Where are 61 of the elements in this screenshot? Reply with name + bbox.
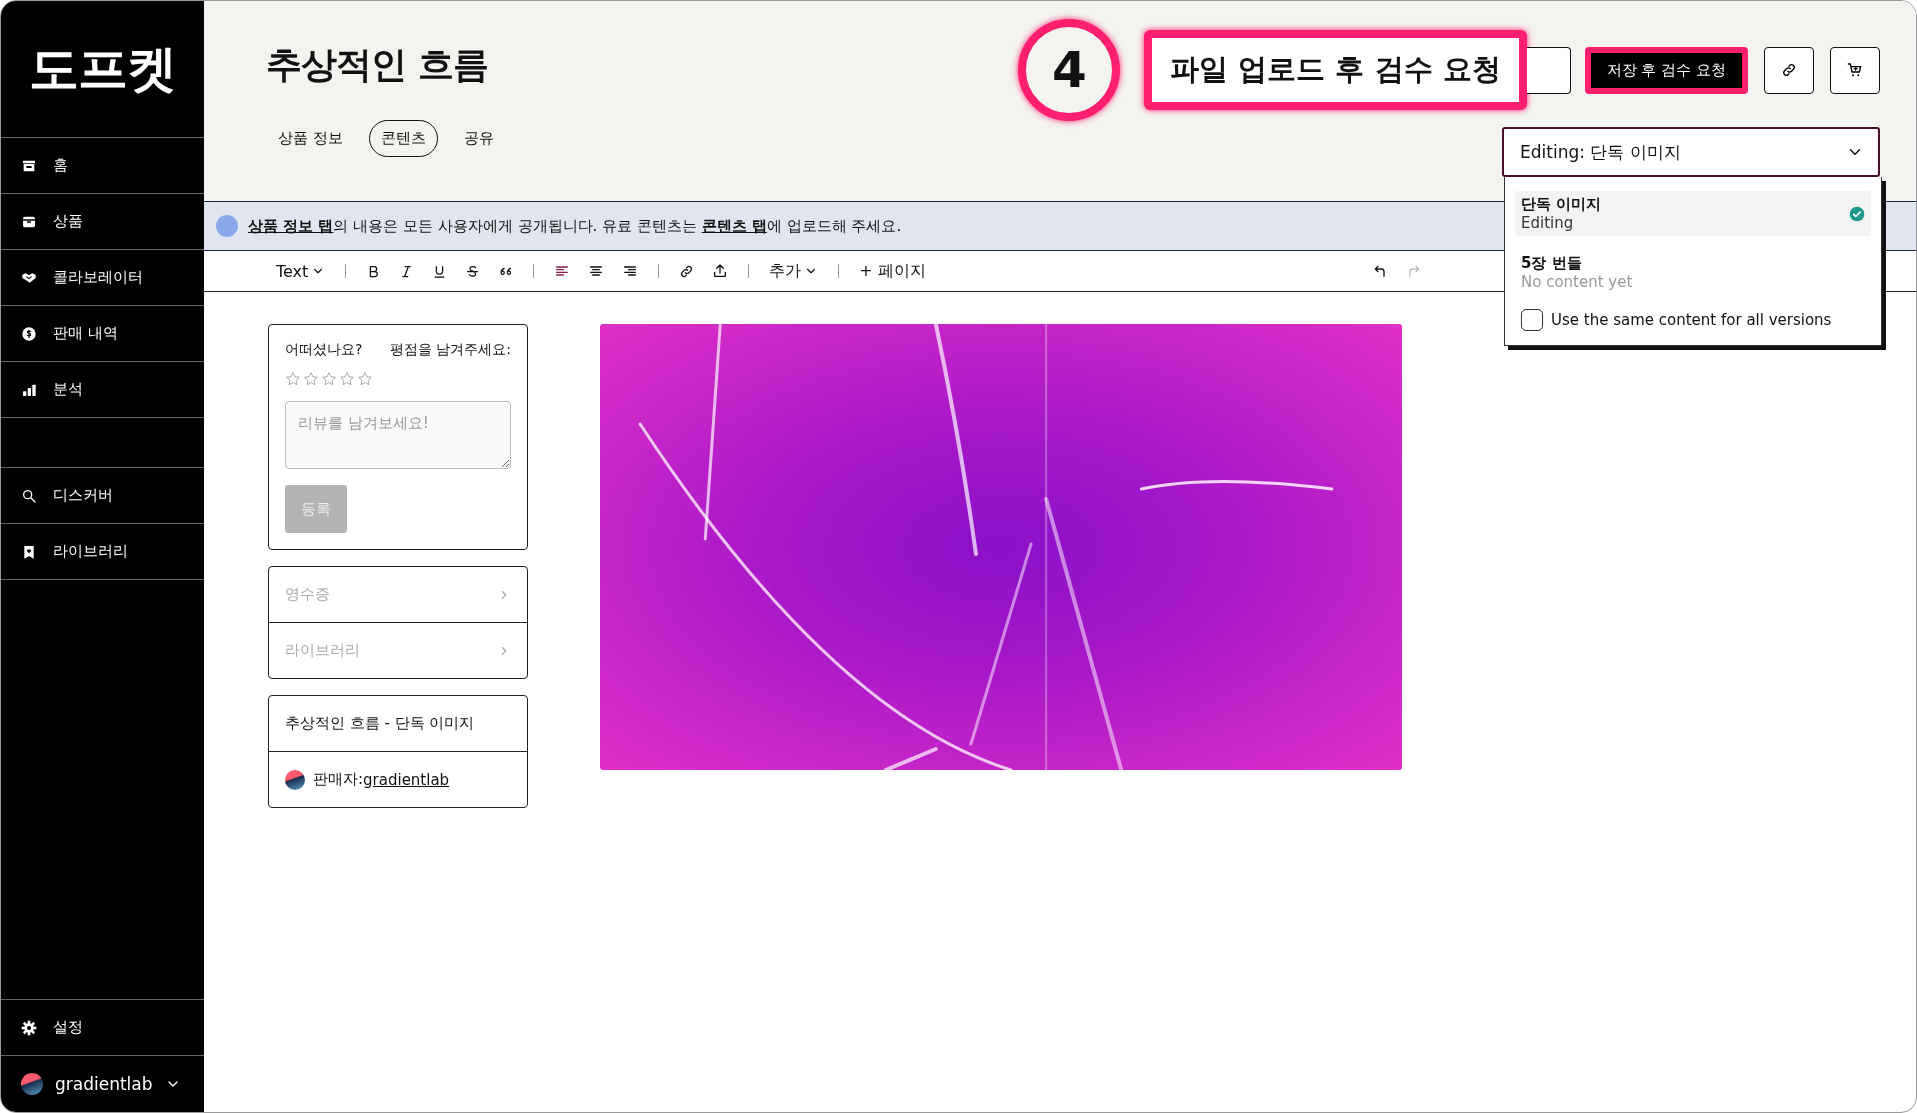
page-title: 추상적인 흐름 [266, 43, 489, 87]
settings-item[interactable]: 설정 [1, 1000, 204, 1056]
version-option[interactable]: 5장 번들 No content yet [1515, 250, 1871, 295]
rating-prompt: 평점을 남겨주세요: [389, 341, 511, 359]
align-center-icon [588, 263, 605, 279]
bookmark-heart-icon [21, 543, 37, 560]
link-icon [679, 263, 695, 279]
option-title: 5장 번들 [1521, 254, 1583, 273]
align-left-icon [554, 263, 571, 279]
option-subtitle: No content yet [1521, 273, 1633, 291]
cart-button[interactable] [1830, 46, 1880, 94]
checkbox[interactable] [1521, 309, 1543, 331]
star-rating[interactable] [285, 371, 373, 387]
check-circle-icon [1849, 205, 1865, 222]
link-icon [1781, 62, 1797, 78]
avatar-icon [21, 1073, 43, 1095]
add-page-button[interactable]: + 페이지 [855, 257, 930, 285]
nav-item[interactable]: 라이브러리 [1, 524, 204, 580]
save-button[interactable]: 저장 후 검수 요청 [1584, 46, 1748, 94]
nav-item[interactable]: 분석 [1, 362, 204, 418]
button[interactable] [1526, 46, 1571, 94]
gear-icon [21, 1019, 37, 1036]
tab[interactable]: 상품 정보 [266, 120, 355, 157]
align-right-icon [622, 263, 639, 279]
tab[interactable]: 공유 [451, 120, 506, 157]
logo[interactable]: 도프켓 [29, 35, 176, 103]
star-icon [285, 371, 301, 387]
cart-plus-icon [1847, 62, 1863, 78]
search-icon [21, 487, 37, 504]
seller-label: 판매자: [313, 770, 364, 789]
avatar-icon [285, 769, 305, 790]
product-name: 추상적인 흐름 - 단독 이미지 [284, 713, 476, 734]
upload-icon [712, 263, 729, 279]
seller-link[interactable]: gradientlab [363, 770, 450, 789]
option-subtitle: Editing [1521, 214, 1575, 232]
strikethrough-icon [465, 263, 481, 279]
undo-icon [1372, 263, 1388, 279]
nav-item[interactable]: 디스커버 [1, 468, 204, 524]
info-icon [216, 215, 238, 237]
dollar-icon [21, 325, 37, 342]
redo-icon [1406, 263, 1422, 279]
star-icon [303, 371, 319, 387]
nav-item[interactable]: 콜라보레이터 [1, 250, 204, 306]
link-button[interactable] [1764, 46, 1814, 94]
more-dropdown[interactable]: 추가 [765, 257, 823, 285]
version-dropdown[interactable]: Editing: 단독 이미지 [1502, 127, 1880, 177]
review-input[interactable]: 리뷰를 남겨보세요! [285, 401, 511, 469]
callout-label: 파일 업로드 후 검수 요청 [1144, 30, 1527, 110]
option-title: 단독 이미지 [1521, 195, 1602, 214]
version-option[interactable]: 단독 이미지 Editing [1515, 191, 1871, 236]
star-icon [357, 371, 373, 387]
text-style-dropdown[interactable]: Text [272, 258, 330, 284]
user-menu[interactable]: gradientlab [1, 1056, 204, 1112]
dropdown-value: Editing: 단독 이미지 [1520, 140, 1681, 164]
notice-text: 상품 정보 탭의 내용은 모든 사용자에게 공개됩니다. 유료 콘텐츠는 콘텐츠 탭에 업로드해 주세요. [248, 216, 902, 236]
step-number-badge: 4 [1018, 19, 1121, 121]
review-question: 어떠셨나요? [285, 341, 363, 359]
star-icon [339, 371, 355, 387]
star-icon [321, 371, 337, 387]
nav-item[interactable]: 판매 내역 [1, 306, 204, 362]
checkbox-label: Use the same content for all versions [1551, 311, 1832, 329]
